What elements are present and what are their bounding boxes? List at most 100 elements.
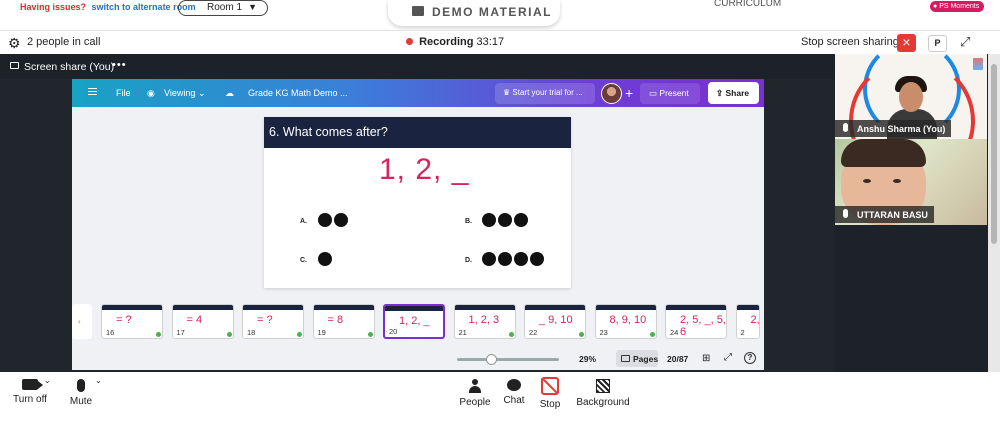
option-d-dots [482, 252, 544, 266]
chat-button[interactable]: Chat [500, 372, 528, 406]
page-thumbnail[interactable]: _ 9, 10 22 [524, 304, 586, 339]
dot-shape [318, 252, 332, 266]
thumbnail-content: 8, 9, 10 [609, 314, 647, 326]
thumbnail-content: 2, [750, 314, 760, 326]
viewing-menu[interactable]: Viewing [164, 88, 195, 98]
page-thumbnail[interactable]: 1, 2, 3 21 [453, 304, 516, 339]
add-collaborator-icon[interactable]: + [625, 85, 633, 101]
canva-footer: 29% Pages 20/87 ⊞ ⤢ ? [72, 349, 764, 370]
mute-button[interactable]: Mute [64, 372, 98, 407]
thumbnail-header [313, 305, 374, 310]
participant-video-face [899, 82, 923, 112]
stop-label: Stop [539, 399, 561, 410]
curriculum-tab[interactable]: CURRICULUM [714, 0, 781, 9]
scrollbar-thumb[interactable] [991, 64, 997, 244]
more-options-icon[interactable]: ••• [112, 59, 127, 71]
file-menu[interactable]: File [116, 88, 131, 98]
dot-shape [334, 213, 348, 227]
thumbnail-header [666, 305, 726, 310]
participant-tile-student[interactable]: UTTARAN BASU [835, 139, 987, 225]
help-icon[interactable]: ? [744, 352, 756, 364]
check-icon [156, 332, 161, 337]
demo-material-banner[interactable]: DEMO MATERIAL [388, 0, 560, 26]
thumbnail-number: 16 [106, 328, 115, 337]
participant-name: Anshu Sharma (You) [857, 124, 946, 134]
participant-tile-self[interactable]: Anshu Sharma (You) [835, 54, 987, 139]
close-icon[interactable]: × [897, 34, 916, 52]
page-thumbnail[interactable]: = ? 18 [242, 304, 304, 339]
participant-name-tag: UTTARAN BASU [835, 206, 934, 223]
background-button[interactable]: Background [573, 372, 633, 408]
chevron-left-icon[interactable]: ‹ [72, 304, 92, 339]
thumbnail-number: 17 [176, 328, 185, 337]
participants-scrollbar[interactable] [988, 54, 1000, 372]
page-thumbnails: ‹ = ? 16 = 4 17 = ? 18 = 8 19 1, 2, _ 20 1, 2, 3 21… [72, 304, 764, 346]
top-bar: Having issues? switch to alternate room … [0, 0, 1000, 30]
caret-down-icon: ▼ [248, 2, 257, 12]
stop-screen-sharing-button[interactable]: Stop screen sharing [801, 36, 899, 48]
ps-moments-badge[interactable]: ● PS Moments [930, 1, 985, 12]
expand-icon[interactable]: ⤢ [960, 34, 970, 50]
screen-share-tab[interactable]: Screen share (You) ••• [0, 54, 130, 79]
canva-window: File ◉ Viewing ⌄ ☁ Grade KG Math Demo ..… [72, 79, 764, 370]
room-select-value: Room 1 [207, 2, 243, 13]
thumbnail-header [525, 305, 585, 310]
room-select[interactable]: Room 1 ▼ [178, 0, 268, 16]
hamburger-menu-icon[interactable] [88, 88, 97, 95]
mic-icon [843, 123, 848, 132]
mic-icon [77, 379, 85, 392]
document-title[interactable]: Grade KG Math Demo ... [248, 88, 348, 98]
dot-shape [482, 213, 496, 227]
option-d-label: D. [465, 257, 472, 264]
page-thumbnail[interactable]: 1, 2, _ 20 [383, 304, 445, 339]
thumbnail-number: 22 [529, 328, 538, 337]
page-thumbnail[interactable]: = ? 16 [101, 304, 163, 339]
share-button[interactable]: ⇪ Share [708, 82, 759, 104]
zoom-slider-knob[interactable] [486, 354, 497, 365]
chat-label: Chat [503, 395, 525, 406]
pages-button[interactable]: Pages [616, 350, 658, 367]
call-controls: Turn off ⌄ Mute ⌄ People Chat Stop Backg… [0, 372, 1000, 426]
recording-label: Recording [419, 36, 474, 48]
start-trial-button[interactable]: ♛ Start your trial for ... [495, 83, 595, 104]
fullscreen-icon[interactable]: ⤢ [724, 352, 732, 363]
stop-share-button[interactable]: Stop [535, 372, 565, 410]
chevron-down-icon[interactable]: ⌄ [95, 376, 102, 385]
thumbnail-header [102, 305, 162, 310]
present-button[interactable]: ▭ Present [640, 83, 700, 104]
people-button[interactable]: People [455, 372, 495, 408]
dot-shape [482, 252, 496, 266]
dot-shape [498, 252, 512, 266]
zoom-slider[interactable] [457, 354, 559, 365]
mic-icon [843, 209, 848, 218]
chevron-down-icon[interactable]: ⌄ [44, 376, 51, 385]
avatar[interactable] [601, 83, 622, 104]
slide-canvas[interactable]: 6. What comes after? 1, 2, _ A. B. C. D. [264, 117, 571, 288]
page-thumbnail[interactable]: 2, 5, _, 5, 6 24 [665, 304, 727, 339]
page-thumbnail[interactable]: = 4 17 [171, 304, 234, 339]
page-thumbnail[interactable]: 8, 9, 10 23 [594, 304, 657, 339]
check-icon [579, 332, 584, 337]
thumbnail-content: 1, 2, 3 [468, 314, 500, 326]
people-icon [468, 379, 482, 393]
screen-share-label: Screen share (You) [24, 61, 115, 73]
p-button[interactable]: P [928, 35, 947, 52]
slide-question: 6. What comes after? [264, 117, 571, 148]
thumbnail-number: 23 [599, 328, 608, 337]
gear-icon[interactable]: ⚙ [8, 35, 21, 52]
issues-notice: Having issues? switch to alternate room [20, 2, 196, 12]
page-thumbnail[interactable]: 2, 2 [735, 304, 760, 339]
dot-shape [514, 213, 528, 227]
option-c-dots [318, 252, 332, 266]
thumbnail-number: 19 [317, 328, 326, 337]
dot-shape [318, 213, 332, 227]
dot-shape [498, 213, 512, 227]
screen-icon [10, 62, 19, 69]
people-label: People [459, 397, 491, 408]
page-thumbnail[interactable]: = 8 19 [312, 304, 375, 339]
thumbnail-content: 2, 5, _, 5, 6 [680, 314, 726, 338]
grid-view-icon[interactable]: ⊞ [702, 353, 710, 364]
chat-icon [507, 379, 521, 391]
call-stage: Screen share (You) ••• File ◉ Viewing ⌄ … [0, 54, 1000, 372]
thumbnail-content: = ? [116, 314, 132, 326]
